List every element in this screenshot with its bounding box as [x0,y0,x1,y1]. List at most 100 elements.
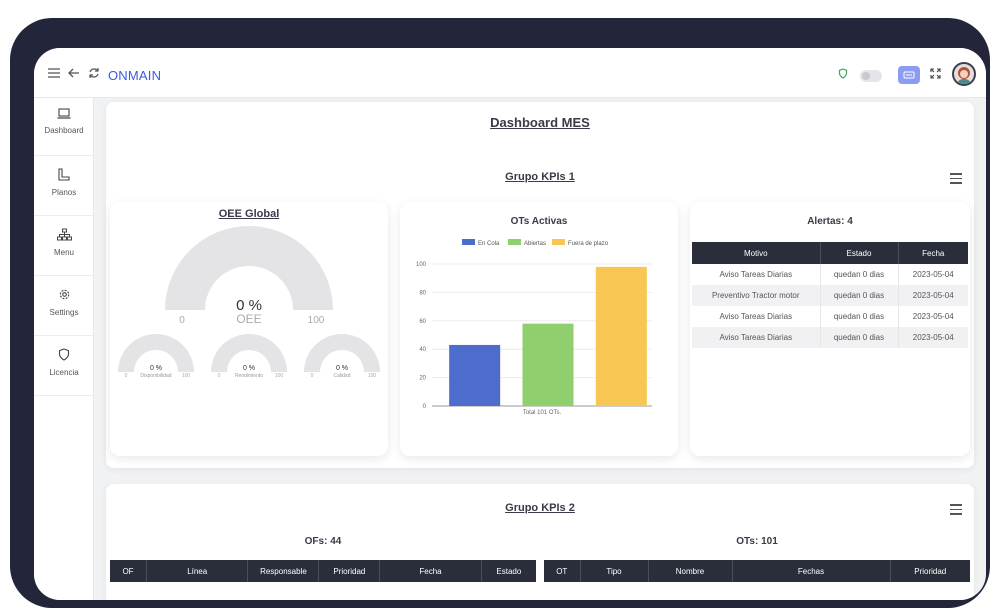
table-cell: 2023-05-04 [912,312,954,321]
oee-gauges: 0 %OEE0 1000 %Disponibilidad0 1000 %Rendim… [118,226,380,379]
small-gauge-label: Calidad [334,373,351,379]
sitemap-icon [56,228,72,241]
device-frame: ONMAIN Dashboard Planos Menu Settings Li… [10,18,990,608]
x-axis-label: Total 101 OTs. [523,410,562,416]
page-title: Dashboard MES [490,115,590,130]
legend-swatch [508,239,521,245]
column-header[interactable]: OF [110,560,147,582]
column-header[interactable]: Fecha [379,560,482,582]
refresh-icon[interactable] [88,64,100,82]
table-cell: quedan 0 dias [820,264,899,285]
shield-icon [58,348,70,361]
legend-swatch [552,239,565,245]
table-row[interactable]: Aviso Tareas Diarias quedan 0 dias 2023-05… [692,306,968,327]
table-cell: 2023-05-04 [898,327,968,348]
ots-title: OTs: 101 [736,536,778,547]
legend-swatch [462,239,475,245]
fullscreen-icon[interactable] [930,64,941,82]
sidebar-item-settings[interactable]: Settings [34,278,94,336]
ruler-icon [58,168,70,181]
oee-max: 100 [308,315,325,326]
column-header[interactable]: Estado [820,242,899,264]
small-gauge-value: 0 % [336,365,348,372]
group-2-menu-icon[interactable] [950,504,962,515]
column-header[interactable]: Estado [481,560,536,582]
sidebar: Dashboard Planos Menu Settings Licencia [34,98,94,600]
table-cell: quedan 0 dias [820,306,899,327]
alertas-table: Motivo Estado Fecha Aviso Tareas Diarias qu… [692,242,968,348]
alertas-title: Alertas: 4 [807,216,853,227]
column-header[interactable]: Tipo [580,560,649,582]
table-cell: 2023-05-04 [912,270,954,279]
group-1-title: Grupo KPIs 1 [505,171,575,183]
sidebar-item-licencia[interactable]: Licencia [34,338,94,396]
legend-label: En Cola [478,241,500,247]
ots-activas-card: OTs Activas En Cola Abiertas Fuera de plaz… [400,202,678,456]
small-gauge-label: Rendimiento [235,373,263,379]
sidebar-item-label: Planos [51,188,77,197]
bar [522,323,574,406]
column-header[interactable]: OT [544,560,581,582]
ots-table: OT Tipo Nombre Fechas Prioridad [544,560,970,582]
table-row[interactable]: Aviso Tareas Diarias quedan 0 dias 2023-05… [692,327,968,348]
y-tick-label: 20 [419,376,426,382]
small-gauge-min: 0 [125,373,128,379]
table-cell: Aviso Tareas Diarias [692,264,821,285]
y-tick-label: 60 [419,319,426,325]
column-header[interactable]: Línea [146,560,249,582]
table-cell: quedan 0 dias [820,285,899,306]
back-arrow-icon[interactable] [68,64,80,82]
shield-status-icon [838,64,848,82]
column-header[interactable]: Fecha [898,242,968,264]
small-gauge-max: 100 [368,373,377,379]
sidebar-item-label: Dashboard [44,126,84,135]
table-cell: Aviso Tareas Diarias [692,327,821,348]
legend-label: Abiertas [524,241,546,247]
small-gauge-min: 0 [218,373,221,379]
sidebar-item-dashboard[interactable]: Dashboard [34,98,94,156]
column-header[interactable]: Responsable [247,560,320,582]
column-header[interactable]: Prioridad [318,560,381,582]
small-gauge-max: 100 [182,373,191,379]
bar [595,266,647,406]
table-row[interactable]: Aviso Tareas Diarias quedan 0 dias 2023-05… [692,264,968,285]
table-cell: Preventivo Tractor motor [692,285,821,306]
table-cell: Aviso Tareas Diarias [692,306,821,327]
group-1-menu-icon[interactable] [950,173,962,184]
sidebar-item-menu[interactable]: Menu [34,218,94,276]
legend-label: Fuera de plazo [568,241,609,247]
theme-toggle[interactable] [860,70,882,82]
column-header[interactable]: Fechas [732,560,891,582]
y-tick-label: 80 [419,290,426,296]
alertas-card: Alertas: 4 Motivo Estado Fecha Aviso Tarea… [690,202,970,456]
group-2-title: Grupo KPIs 2 [505,502,575,514]
user-avatar[interactable] [952,62,976,86]
oee-min: 0 [179,315,185,326]
oee-label: OEE [236,312,261,326]
column-header[interactable]: Nombre [648,560,733,582]
oee-card: OEE Global 0 % OEE 0 100 0 % Disponibilidad 0 1… [110,202,388,456]
gear-icon [59,289,69,300]
main-content: Dashboard MES Grupo KPIs 1 OEE Global 0 … [96,98,986,600]
kpi-group-2: Grupo KPIs 2 OFs: 44 OF Línea Responsable P… [106,484,974,600]
table-cell: quedan 0 dias [820,327,899,348]
menu-icon[interactable] [48,64,60,82]
chat-button[interactable] [898,66,920,84]
top-bar: ONMAIN [34,48,986,98]
app-title[interactable]: ONMAIN [108,68,161,83]
small-gauge-label: Disponibilidad [140,373,171,379]
laptop-icon [57,108,71,119]
sidebar-item-label: Licencia [49,368,79,377]
column-header[interactable]: Motivo [692,242,821,264]
ofs-title: OFs: 44 [304,536,342,547]
small-gauge-max: 100 [275,373,284,379]
oee-title: OEE Global [218,208,280,220]
sidebar-item-planos[interactable]: Planos [34,158,94,216]
ofs-card: OFs: 44 OF Línea Responsable Prioridad Fecha… [110,530,536,600]
sidebar-item-label: Menu [53,248,74,257]
chat-icon [903,71,915,78]
table-row[interactable]: Preventivo Tractor motor quedan 0 dias 202… [692,285,968,306]
small-gauge-value: 0 % [243,365,255,372]
ots-activas-chart: En Cola Abiertas Fuera de plazo 0 20 40 60 80 10… [416,239,652,416]
column-header[interactable]: Prioridad [890,560,970,582]
